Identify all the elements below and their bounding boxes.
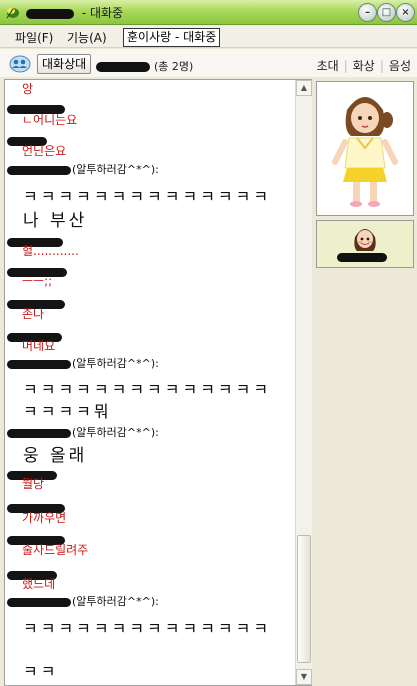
sender-line: (알투하러감^*^): (7, 161, 159, 176)
sender-line: (알투하러감^*^): (7, 424, 159, 439)
sender-status: (알투하러감^*^): (72, 426, 159, 439)
chat-message: 헐............ (22, 244, 79, 258)
chat-message: ㅋㅋㅋㅋ뭐 (23, 402, 112, 421)
title-tooltip: 훈이사랑 - 대화중 (123, 28, 221, 47)
chat-message: ㅋㅋㅋㅋㅋㅋㅋㅋㅋㅋㅋㅋㅋㅋ (23, 187, 272, 206)
redacted-nickname (337, 253, 387, 262)
scroll-down-icon[interactable]: ▼ (296, 669, 312, 685)
redacted-nickname (7, 165, 71, 175)
chat-scrollbar[interactable]: ▲ ▼ (295, 80, 312, 685)
chat-message: 언닌은요 (22, 144, 67, 158)
chat-message: 가까우면 (22, 511, 67, 525)
redacted-nickname (7, 428, 71, 438)
title-bar[interactable]: - 대화중 – □ × (0, 0, 417, 25)
avatar-frame[interactable] (316, 81, 414, 216)
chat-message: 나 부산 (23, 211, 88, 231)
chat-message: ㄴ어니는요 (22, 113, 78, 127)
profile-panel (312, 79, 417, 686)
sender-line: (알투하러감^*^): (7, 355, 159, 370)
chat-message: 뭘당 (22, 477, 45, 491)
redacted-nickname (7, 597, 71, 607)
sender-status: (알투하러감^*^): (72, 163, 159, 176)
sender-status: (알투하러감^*^): (72, 357, 159, 370)
voice-button[interactable]: 음성 (389, 59, 411, 73)
video-button[interactable]: 화상 (353, 59, 375, 73)
participant-thumbnail[interactable] (316, 220, 414, 268)
people-chat-icon[interactable] (8, 53, 32, 75)
chat-message: ㅡㅡ;; (22, 274, 53, 288)
close-button[interactable]: × (396, 3, 415, 22)
maximize-button[interactable]: □ (377, 3, 396, 22)
scroll-thumb[interactable] (297, 535, 311, 663)
app-leaf-icon (6, 8, 19, 19)
chat-message: ㅋㅋ (23, 662, 59, 681)
avatar-girl-icon (332, 97, 398, 207)
member-count: (총 2명) (96, 58, 193, 74)
invite-button[interactable]: 초대 (317, 59, 339, 73)
right-tools: 초대 | 화상 | 음성 (316, 59, 411, 73)
redacted-nickname (7, 359, 71, 369)
sender-status: (알투하러감^*^): (72, 595, 159, 608)
redacted-nickname (26, 8, 74, 19)
chat-panel[interactable]: 앙 ㄴ어니는요언닌은요 (알투하러감^*^): ㅋㅋㅋㅋㅋㅋㅋㅋㅋㅋㅋㅋㅋㅋ 나 부산헐… (4, 79, 313, 686)
chat-message: ㅋㅋㅋㅋㅋㅋㅋㅋㅋㅋㅋㅋㅋㅋ (23, 380, 272, 399)
chat-message: 술사드릴려주 (22, 543, 89, 557)
chat-log[interactable]: 앙 ㄴ어니는요언닌은요 (알투하러감^*^): ㅋㅋㅋㅋㅋㅋㅋㅋㅋㅋㅋㅋㅋㅋ 나 부산헐… (5, 80, 295, 685)
chat-message: 존나 (22, 307, 45, 321)
minimize-button[interactable]: – (358, 3, 377, 22)
chat-message: 앙 (22, 82, 34, 96)
chat-message: 했느데 (22, 577, 56, 591)
toolbar: 대화상대 (총 2명) 초대 | 화상 | 음성 (0, 49, 417, 77)
scroll-up-icon[interactable]: ▲ (296, 80, 312, 96)
chat-message: 웅 올래 (23, 446, 88, 466)
sender-line: (알투하러감^*^): (7, 593, 159, 608)
chat-message: ㅋㅋㅋㅋㅋㅋㅋㅋㅋㅋㅋㅋㅋㅋ (23, 619, 272, 638)
chat-message: 머네요 (22, 339, 56, 353)
redacted-nickname (96, 62, 150, 72)
menu-function[interactable]: 기능(A) (67, 29, 107, 46)
window-title: - 대화중 (26, 4, 123, 21)
menu-file[interactable]: 파일(F) (15, 29, 53, 46)
contact-status-button[interactable]: 대화상대 (37, 54, 92, 74)
